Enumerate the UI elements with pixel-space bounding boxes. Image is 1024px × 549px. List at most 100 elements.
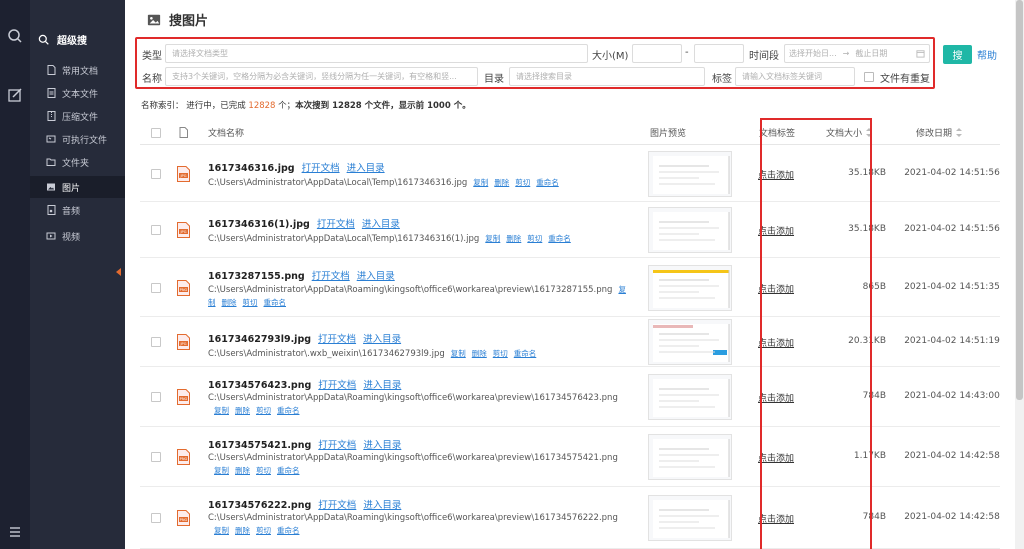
file-name: 16173287155.png (208, 271, 305, 282)
row-op-3[interactable]: 重命名 (277, 406, 300, 415)
status-line: 名称索引： 进行中，已完成 12828 个；本次搜到 12828 个文件，显示前… (141, 99, 471, 111)
row-op-1[interactable]: 删除 (494, 178, 509, 187)
row-op-3[interactable]: 重命名 (548, 234, 571, 243)
row-op-0[interactable]: 复制 (451, 349, 466, 358)
row-op-2[interactable]: 剪切 (256, 406, 271, 415)
preview-image (653, 500, 730, 538)
file-ext-label: PNG (180, 288, 188, 292)
row-op-1[interactable]: 删除 (222, 298, 237, 307)
file-path: C:\Users\Administrator\AppData\Local\Tem… (208, 178, 468, 188)
row-checkbox[interactable] (151, 225, 161, 235)
open-dir-link[interactable]: 进入目录 (363, 440, 401, 451)
open-file-link[interactable]: 打开文档 (318, 500, 356, 511)
file-path: C:\Users\Administrator\AppData\Roaming\k… (208, 393, 618, 403)
sidebar-item-0[interactable]: 常用文档 (30, 59, 125, 81)
open-file-link[interactable]: 打开文档 (312, 271, 350, 282)
edit-icon[interactable] (7, 87, 23, 103)
row-op-3[interactable]: 重命名 (277, 466, 300, 475)
row-checkbox[interactable] (151, 513, 161, 523)
png-file-icon: PNG (177, 280, 190, 296)
type-select[interactable]: 请选择文档类型 (165, 44, 588, 63)
row-op-2[interactable]: 剪切 (515, 178, 530, 187)
scrollbar-thumb[interactable] (1016, 0, 1023, 400)
sidebar-item-4[interactable]: 文件夹 (30, 151, 125, 173)
scrollbar[interactable] (1015, 0, 1024, 549)
modified-date: 2021-04-02 14:43:00 (904, 391, 1000, 401)
row-op-1[interactable]: 删除 (235, 406, 250, 415)
name-input[interactable]: 支持3个关键词，空格分隔为必含关键词，竖线分隔为任一关键词，有空格和竖... (165, 67, 478, 86)
png-file-icon: PNG (177, 389, 190, 405)
row-op-2[interactable]: 剪切 (493, 349, 508, 358)
image-preview-thumbnail[interactable] (648, 434, 732, 480)
help-link[interactable]: 帮助 (977, 47, 997, 62)
select-all-checkbox[interactable] (151, 120, 161, 145)
open-file-link[interactable]: 打开文档 (318, 440, 356, 451)
row-op-0[interactable]: 复制 (214, 466, 229, 475)
jpg-file-icon: JPG (177, 166, 190, 182)
row-op-1[interactable]: 删除 (472, 349, 487, 358)
sidebar-item-6[interactable]: 音频 (30, 199, 125, 221)
row-checkbox[interactable] (151, 392, 161, 402)
header-date[interactable]: 修改日期 (916, 120, 963, 145)
row-op-2[interactable]: 剪切 (256, 466, 271, 475)
open-dir-link[interactable]: 进入目录 (363, 380, 401, 391)
size-max-input[interactable] (694, 44, 744, 63)
open-dir-link[interactable]: 进入目录 (362, 219, 400, 230)
row-op-1[interactable]: 删除 (235, 466, 250, 475)
open-dir-link[interactable]: 进入目录 (363, 500, 401, 511)
row-op-3[interactable]: 重命名 (277, 526, 300, 535)
row-op-1[interactable]: 删除 (506, 234, 521, 243)
open-dir-link[interactable]: 进入目录 (357, 271, 395, 282)
sidebar-item-5[interactable]: 图片 (30, 176, 125, 198)
dir-select[interactable]: 请选择搜索目录 (509, 67, 705, 86)
audio-icon (47, 205, 56, 215)
sidebar-item-1[interactable]: 文本文件 (30, 82, 125, 104)
open-file-link[interactable]: 打开文档 (302, 163, 340, 174)
image-preview-thumbnail[interactable] (648, 495, 732, 541)
size-min-input[interactable] (632, 44, 682, 63)
sidebar-item-2[interactable]: 压缩文件 (30, 105, 125, 127)
image-preview-thumbnail[interactable] (648, 207, 732, 253)
row-op-2[interactable]: 剪切 (256, 526, 271, 535)
sort-icon[interactable] (956, 128, 963, 137)
open-dir-link[interactable]: 进入目录 (363, 334, 401, 345)
collapse-sidebar-icon[interactable] (116, 268, 121, 276)
image-preview-thumbnail[interactable] (648, 374, 732, 420)
open-file-link[interactable]: 打开文档 (318, 334, 356, 345)
sidebar-item-7[interactable]: 视频 (30, 225, 125, 247)
image-preview-thumbnail[interactable] (648, 151, 732, 197)
row-op-0[interactable]: 复制 (214, 526, 229, 535)
file-name-line: 1617346316(1).jpg 打开文档 进入目录 (208, 216, 400, 230)
date-range-input[interactable]: 选择开始日... → 截止日期 (784, 44, 930, 63)
sidebar-brand[interactable]: 超级搜 (38, 31, 124, 47)
row-op-0[interactable]: 复制 (473, 178, 488, 187)
header-name[interactable]: 文档名称 (208, 120, 244, 145)
search-icon[interactable] (7, 28, 23, 44)
search-button[interactable]: 搜 (943, 45, 972, 64)
row-checkbox[interactable] (151, 169, 161, 179)
row-op-3[interactable]: 重命名 (264, 298, 287, 307)
menu-icon[interactable] (7, 524, 23, 540)
status-count: 12828 (248, 101, 276, 111)
jpg-file-icon: JPG (177, 222, 190, 238)
row-op-3[interactable]: 重命名 (536, 178, 559, 187)
tag-input[interactable]: 请输入文档标签关键词 (735, 67, 855, 86)
row-op-2[interactable]: 剪切 (243, 298, 258, 307)
open-file-link[interactable]: 打开文档 (317, 219, 355, 230)
duplicate-checkbox[interactable] (864, 72, 874, 82)
image-preview-thumbnail[interactable] (648, 265, 732, 311)
row-op-0[interactable]: 复制 (214, 406, 229, 415)
row-checkbox[interactable] (151, 283, 161, 293)
row-checkbox[interactable] (151, 452, 161, 462)
modified-date: 2021-04-02 14:51:56 (904, 224, 1000, 234)
row-op-1[interactable]: 删除 (235, 526, 250, 535)
row-checkbox[interactable] (151, 337, 161, 347)
file-name-line: 161734575421.png 打开文档 进入目录 (208, 437, 401, 451)
open-file-link[interactable]: 打开文档 (318, 380, 356, 391)
sidebar-item-3[interactable]: 可执行文件 (30, 128, 125, 150)
row-op-3[interactable]: 重命名 (514, 349, 537, 358)
open-dir-link[interactable]: 进入目录 (347, 163, 385, 174)
image-preview-thumbnail[interactable] (648, 319, 732, 365)
row-op-2[interactable]: 剪切 (527, 234, 542, 243)
row-op-0[interactable]: 复制 (485, 234, 500, 243)
